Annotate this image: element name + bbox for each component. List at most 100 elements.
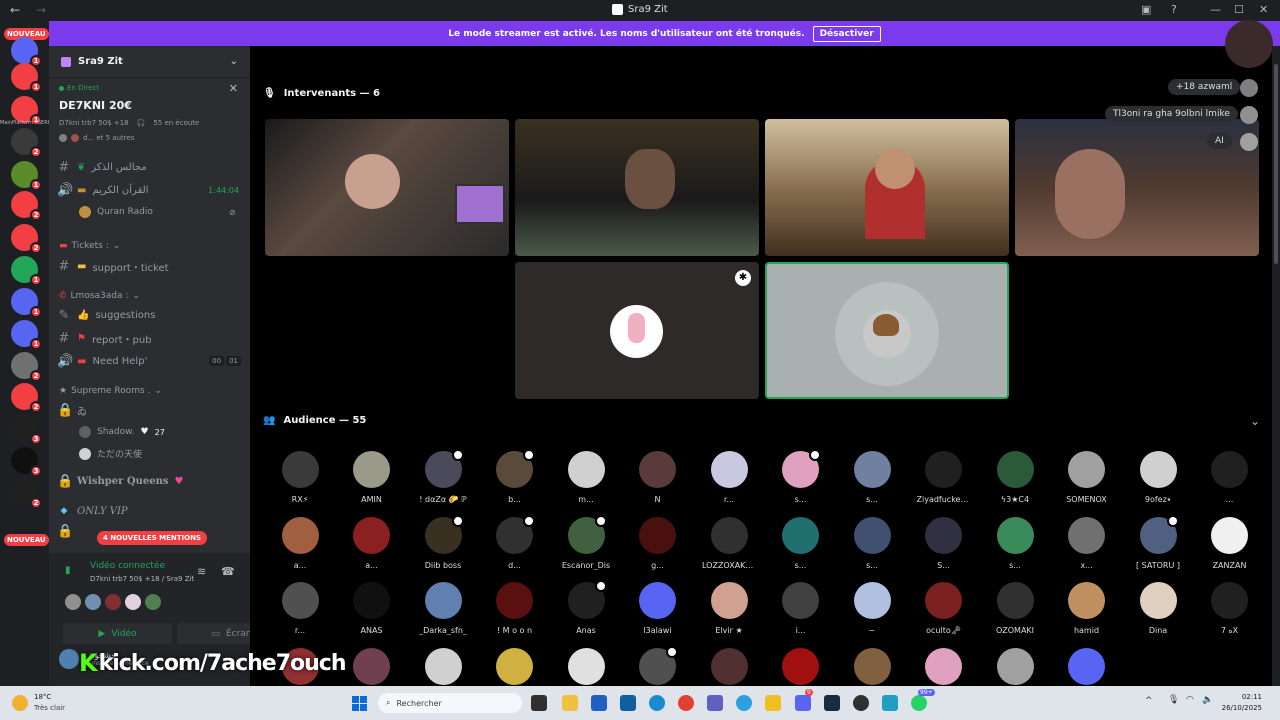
minimize-button[interactable]: — xyxy=(1210,3,1221,16)
new-pill-bottom[interactable]: NOUVEAU xyxy=(4,534,49,546)
clock-date[interactable]: 26/10/2025 xyxy=(1216,704,1262,712)
file-explorer-icon[interactable] xyxy=(562,695,578,711)
channel-only-vip[interactable]: ◆ ONLY VIP xyxy=(57,501,243,521)
channel-need-help[interactable]: 🔊 ▬ Need Help' 00 01 xyxy=(57,351,243,371)
audience-member[interactable]: ه 7X xyxy=(1203,582,1257,635)
store-icon[interactable] xyxy=(620,695,636,711)
scrollbar[interactable] xyxy=(1272,46,1280,686)
more-members-pill[interactable]: +18 azwaml xyxy=(1168,79,1241,95)
channel-support-ticket[interactable]: # ▬ support・ticket xyxy=(57,256,243,276)
speaker-tile-3[interactable] xyxy=(765,119,1009,256)
audience-member[interactable]: N xyxy=(631,451,685,504)
audience-member[interactable]: ANAS xyxy=(345,582,399,635)
server-icon-8[interactable]: 1 xyxy=(11,256,42,286)
disconnect-icon[interactable]: ☎ xyxy=(221,565,235,578)
category-tickets[interactable]: ▬ Tickets : ⌄ xyxy=(59,241,120,251)
speaker-tile-5[interactable]: ✱ xyxy=(515,262,759,399)
audience-member[interactable]: s... xyxy=(845,451,899,504)
audience-member[interactable]: g... xyxy=(631,516,685,570)
audience-member[interactable]: s... xyxy=(988,516,1042,570)
server-icon-5[interactable]: 1 xyxy=(11,161,42,191)
chrome-icon[interactable] xyxy=(678,695,694,711)
channel-report-pub[interactable]: # ⚑ report・pub xyxy=(57,328,243,348)
category-supreme[interactable]: ★ Supreme Rooms . ⌄ xyxy=(59,386,162,396)
audience-member[interactable]: LOZZOXAKAZA xyxy=(702,516,756,570)
server-icon-3[interactable]: 1 xyxy=(11,96,42,126)
audience-member[interactable]: d... xyxy=(488,514,542,570)
audience-member[interactable]: oculto🗝 xyxy=(917,582,971,635)
video-button[interactable]: ▶ Vidéo xyxy=(63,623,172,644)
wifi-icon[interactable]: ◠ xyxy=(1186,695,1194,705)
disable-streamer-button[interactable]: Désactiver xyxy=(812,25,881,42)
steam-icon[interactable] xyxy=(824,695,840,711)
audience-member[interactable]: x... xyxy=(1060,516,1114,570)
audience-member[interactable]: SOMENOX xyxy=(1060,451,1114,504)
server-header[interactable]: Sra9 Zit ⌄ xyxy=(49,46,250,78)
windows-start-icon[interactable] xyxy=(352,696,367,711)
audience-member[interactable]: i... xyxy=(774,582,828,635)
voice-member-tenshi[interactable]: ただの天使 xyxy=(79,447,142,460)
audience-member[interactable]: a... xyxy=(273,516,327,570)
taskbar-search[interactable]: ⌕ Rechercher xyxy=(378,693,522,713)
audience-member[interactable]: Dina xyxy=(1131,582,1185,635)
audience-member[interactable]: ! dαZα 🌮 ℙ xyxy=(416,449,470,504)
audience-member[interactable]: S... xyxy=(917,516,971,570)
weather-icon[interactable] xyxy=(12,695,28,711)
audience-member[interactable]: a... xyxy=(345,516,399,570)
channel-quran[interactable]: 🔊 ▬ القرآن الكريم 1:44:04 xyxy=(57,180,243,200)
noise-suppression-icon[interactable]: ≋ xyxy=(197,565,206,578)
audience-member[interactable] xyxy=(917,647,971,692)
edge-icon[interactable] xyxy=(649,695,665,711)
server-icon-13[interactable]: 3 xyxy=(11,415,42,445)
audience-member[interactable]: l3alawi xyxy=(631,582,685,635)
warning-icon[interactable] xyxy=(765,695,781,711)
audience-member[interactable]: hamid xyxy=(1060,582,1114,635)
audience-member[interactable]: [ SATORU ] xyxy=(1131,514,1185,570)
server-icon-12[interactable]: 2 xyxy=(11,383,42,413)
category-lmosa3ada[interactable]: ✆ Lmosa3ada : ⌄ xyxy=(59,291,140,301)
speaker-tile-1[interactable] xyxy=(265,119,509,256)
inbox-icon[interactable]: ▣ xyxy=(1141,3,1151,16)
chevron-up-icon[interactable]: ^ xyxy=(1145,696,1153,706)
audience-member[interactable]: s... xyxy=(774,449,828,504)
voice-member-quran-radio[interactable]: Quran Radio ⊘ xyxy=(79,206,236,218)
telegram-icon[interactable] xyxy=(736,695,752,711)
channel-locked-1[interactable]: 🔒 ゐ xyxy=(57,400,243,420)
audience-member[interactable]: ZANZAN xyxy=(1203,516,1257,570)
server-icon-15[interactable]: 2 xyxy=(11,479,42,509)
app-icon[interactable] xyxy=(882,695,898,711)
audience-member[interactable]: ~ xyxy=(845,582,899,635)
audience-member[interactable] xyxy=(988,647,1042,692)
server-icon-1[interactable]: 1 xyxy=(11,37,42,67)
server-icon-6[interactable]: 2 xyxy=(11,191,42,221)
audience-member[interactable]: OZOMAKI xyxy=(988,582,1042,635)
chevron-down-icon[interactable]: ⌄ xyxy=(1250,414,1260,428)
audience-member[interactable] xyxy=(702,647,756,692)
task-view-icon[interactable] xyxy=(531,695,547,711)
audience-member[interactable] xyxy=(774,647,828,692)
audience-member[interactable]: _Darka_sfn_ xyxy=(416,582,470,635)
stage-participants[interactable]: d... et 5 autres xyxy=(59,134,134,142)
audience-member[interactable]: r... xyxy=(273,582,327,635)
server-icon-11[interactable]: 2 xyxy=(11,352,42,382)
server-icon-14[interactable]: 3 xyxy=(11,447,42,477)
audience-member[interactable] xyxy=(345,647,399,692)
server-icon-9[interactable]: 1 xyxy=(11,288,42,318)
audience-member[interactable]: m... xyxy=(559,451,613,504)
help-icon[interactable]: ? xyxy=(1171,3,1177,16)
audience-member[interactable]: Ziyadfuckedup xyxy=(917,451,971,504)
forward-arrow-icon[interactable]: → xyxy=(36,3,46,17)
audience-member[interactable] xyxy=(559,647,613,692)
outlook-icon[interactable] xyxy=(591,695,607,711)
microphone-icon[interactable]: 🎙 xyxy=(1168,695,1179,705)
audience-member[interactable]: 9ofez⭑ xyxy=(1131,451,1185,505)
discord-icon[interactable] xyxy=(795,695,811,711)
server-icon-10[interactable]: 1 xyxy=(11,320,42,350)
audience-member[interactable] xyxy=(1060,647,1114,692)
speaker-tile-2[interactable] xyxy=(515,119,759,256)
maximize-button[interactable]: ☐ xyxy=(1234,3,1244,16)
volume-icon[interactable]: 🔈 xyxy=(1202,695,1213,705)
voice-member-shadow[interactable]: Shadow. ♥ 27 xyxy=(79,426,165,438)
audience-member[interactable]: ! M o o n xyxy=(488,582,542,635)
whatsapp-icon[interactable] xyxy=(911,695,927,711)
